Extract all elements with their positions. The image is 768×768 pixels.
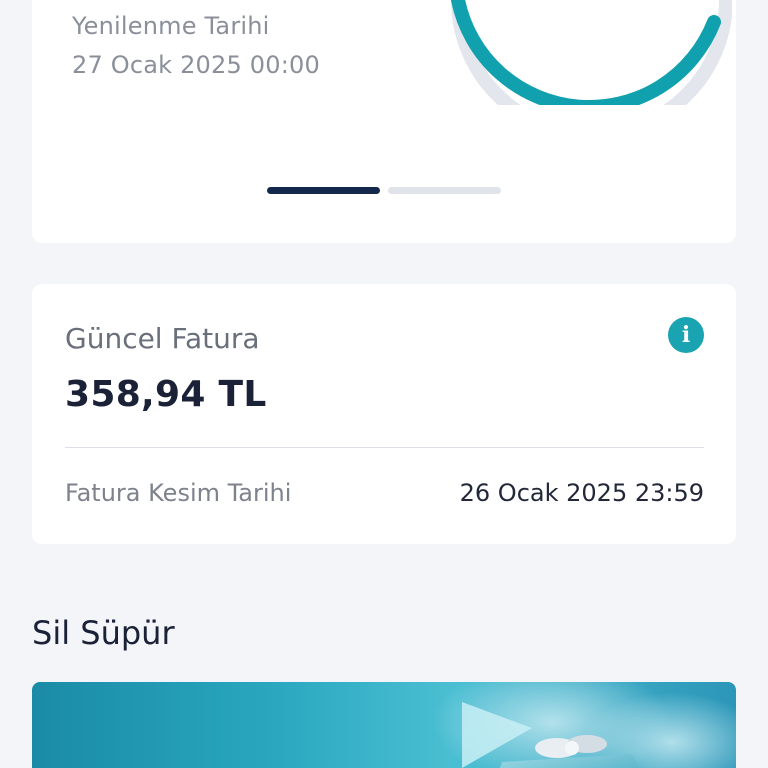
renew-date-label: Yenilenme Tarihi (72, 12, 270, 40)
bill-cut-date-value: 26 Ocak 2025 23:59 (459, 479, 704, 507)
promo-banner[interactable] (32, 682, 736, 768)
section-title: Sil Süpür (32, 614, 175, 652)
bill-cut-date-label: Fatura Kesim Tarihi (65, 479, 292, 507)
usage-gauge (451, 0, 732, 105)
pager-dot-active[interactable] (267, 187, 380, 194)
bill-title: Güncel Fatura (65, 322, 260, 355)
carousel-pager (267, 187, 501, 194)
bill-amount: 358,94 TL (65, 374, 267, 415)
gift-box-promo-image (432, 682, 736, 768)
app-screen: Yenilenme Tarihi 27 Ocak 2025 00:00 Günc… (0, 0, 768, 768)
gauge-track (451, 0, 732, 105)
renew-date-value: 27 Ocak 2025 00:00 (72, 51, 320, 79)
pager-dot[interactable] (388, 187, 501, 194)
usage-card[interactable]: Yenilenme Tarihi 27 Ocak 2025 00:00 (32, 0, 736, 243)
divider (65, 447, 704, 448)
info-icon[interactable]: i (668, 317, 704, 353)
